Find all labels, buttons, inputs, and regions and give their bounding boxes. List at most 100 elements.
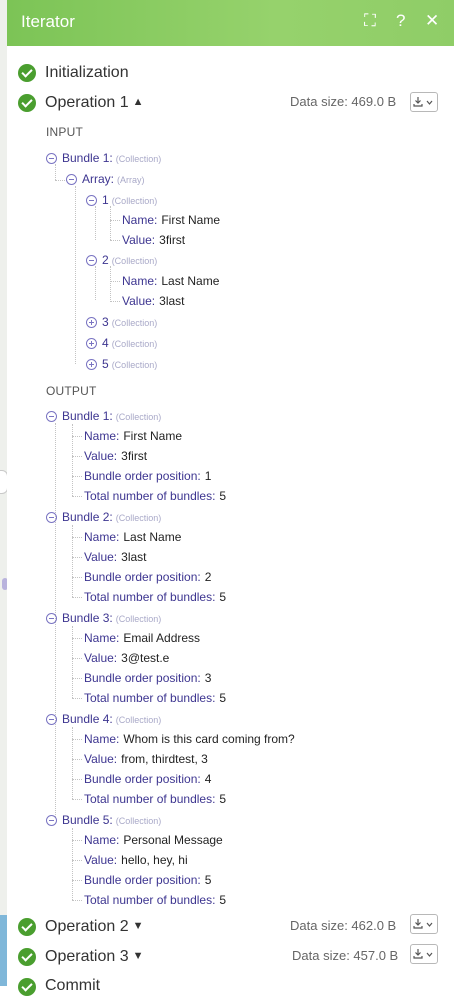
- tree-line: [72, 698, 82, 699]
- collapse-icon[interactable]: [46, 613, 57, 624]
- collapse-icon[interactable]: [66, 174, 77, 185]
- tree-key: Bundle order position:: [84, 873, 201, 887]
- tree-line: [110, 220, 120, 221]
- tree-value: 5: [219, 590, 227, 604]
- check-icon: [18, 918, 36, 936]
- collapse-icon[interactable]: [46, 153, 57, 164]
- tree-row: Value: 3first: [122, 232, 185, 248]
- collapse-icon[interactable]: [46, 815, 57, 826]
- tree-key: Total number of bundles:: [84, 893, 216, 907]
- tree-value: 3first: [121, 449, 148, 463]
- collapse-icon[interactable]: [86, 255, 97, 266]
- collapse-icon[interactable]: [46, 714, 57, 725]
- tree-row: Total number of bundles: 5: [84, 589, 226, 605]
- tree-line: [72, 828, 73, 900]
- check-icon: [18, 94, 36, 112]
- tree-type: (Collection): [111, 256, 158, 266]
- input-item-4[interactable]: 4 (Collection): [86, 335, 157, 351]
- tree-type: (Collection): [115, 513, 162, 523]
- tree-row: Value: 3first: [84, 448, 147, 464]
- expand-icon[interactable]: ⛶: [364, 11, 376, 31]
- operation-1-data-size: Data size: 469.0 B: [290, 94, 397, 109]
- tree-key: Name:: [84, 530, 120, 544]
- tree-key: Total number of bundles:: [84, 792, 216, 806]
- operation-3-label: Operation 3: [45, 948, 129, 965]
- tree-line: [72, 900, 82, 901]
- operation-2-toggle[interactable]: Operation 2 ▼: [45, 918, 144, 936]
- tree-value: Email Address: [123, 631, 201, 645]
- tree-value: 3first: [159, 233, 186, 247]
- tree-row: Total number of bundles: 5: [84, 690, 226, 706]
- input-array[interactable]: Array: (Array): [66, 171, 145, 187]
- tree-key: Value:: [84, 449, 118, 463]
- tree-line: [72, 880, 82, 881]
- tree-key: Bundle 1:: [62, 151, 113, 165]
- output-bundle-3[interactable]: Bundle 3: (Collection): [46, 610, 161, 626]
- commit-label[interactable]: Commit: [45, 977, 100, 995]
- panel-title: Iterator: [21, 12, 75, 31]
- tree-key: Value:: [84, 752, 118, 766]
- tree-value: Last Name: [161, 274, 220, 288]
- operation-1-toggle[interactable]: Operation 1 ▲: [45, 94, 144, 112]
- tree-line: [72, 456, 82, 457]
- tree-line: [72, 739, 82, 740]
- operation-3-download-button[interactable]: [410, 944, 438, 964]
- operation-1-download-button[interactable]: [410, 92, 438, 112]
- output-bundle-5[interactable]: Bundle 5: (Collection): [46, 812, 161, 828]
- tree-key: Bundle 3:: [62, 611, 113, 625]
- close-icon[interactable]: ✕: [425, 11, 439, 31]
- input-item-3[interactable]: 3 (Collection): [86, 314, 157, 330]
- tree-row: Name: Email Address: [84, 630, 200, 646]
- expand-icon[interactable]: [86, 359, 97, 370]
- operation-3-toggle[interactable]: Operation 3 ▼: [45, 948, 144, 966]
- operation-3-data-size: Data size: 457.0 B: [292, 948, 399, 963]
- tree-line: [72, 597, 82, 598]
- collapse-icon[interactable]: [46, 411, 57, 422]
- tree-key: 2: [102, 253, 109, 267]
- expand-icon[interactable]: [86, 338, 97, 349]
- tree-line: [110, 206, 111, 240]
- tree-row: Total number of bundles: 5: [84, 791, 226, 807]
- tree-key: Total number of bundles:: [84, 489, 216, 503]
- tree-type: (Collection): [115, 154, 162, 164]
- tree-type: (Collection): [115, 715, 162, 725]
- iterator-output-panel: Iterator ⛶ ? ✕ Initialization Operation …: [7, 0, 454, 996]
- help-icon[interactable]: ?: [396, 11, 405, 31]
- operation-1-label: Operation 1: [45, 94, 129, 111]
- tree-key: Value:: [84, 550, 118, 564]
- input-item-1[interactable]: 1 (Collection): [86, 192, 157, 208]
- initialization-label[interactable]: Initialization: [45, 64, 129, 82]
- tree-row: Bundle order position: 1: [84, 468, 211, 484]
- tree-value: 3last: [159, 294, 185, 308]
- tree-row: Name: Personal Message: [84, 832, 223, 848]
- output-bundle-1[interactable]: Bundle 1: (Collection): [46, 408, 161, 424]
- tree-key: Bundle 5:: [62, 813, 113, 827]
- tree-value: hello, hey, hi: [121, 853, 188, 867]
- tree-key: Name:: [84, 631, 120, 645]
- tree-line: [72, 860, 82, 861]
- tree-row: Total number of bundles: 5: [84, 488, 226, 504]
- operation-2-download-button[interactable]: [410, 914, 438, 934]
- tree-key: Array:: [82, 172, 115, 186]
- tree-key: Value:: [84, 853, 118, 867]
- tree-line: [72, 496, 82, 497]
- download-icon: [413, 97, 433, 107]
- output-bundle-2[interactable]: Bundle 2: (Collection): [46, 509, 161, 525]
- collapse-icon[interactable]: [86, 195, 97, 206]
- input-bundle-1[interactable]: Bundle 1: (Collection): [46, 150, 161, 166]
- tree-key: Total number of bundles:: [84, 691, 216, 705]
- expand-icon[interactable]: [86, 317, 97, 328]
- input-item-5[interactable]: 5 (Collection): [86, 356, 157, 372]
- tree-line: [72, 799, 82, 800]
- check-icon: [18, 64, 36, 82]
- tree-key: 1: [102, 193, 109, 207]
- output-bundle-4[interactable]: Bundle 4: (Collection): [46, 711, 161, 727]
- tree-key: Value:: [122, 294, 156, 308]
- output-section-title: OUTPUT: [46, 384, 97, 398]
- collapse-icon[interactable]: [46, 512, 57, 523]
- input-item-2[interactable]: 2 (Collection): [86, 252, 157, 268]
- tree-value: from, thirdtest, 3: [121, 752, 208, 766]
- tree-key: Name:: [122, 213, 158, 227]
- tree-line: [72, 577, 82, 578]
- tree-line: [72, 638, 82, 639]
